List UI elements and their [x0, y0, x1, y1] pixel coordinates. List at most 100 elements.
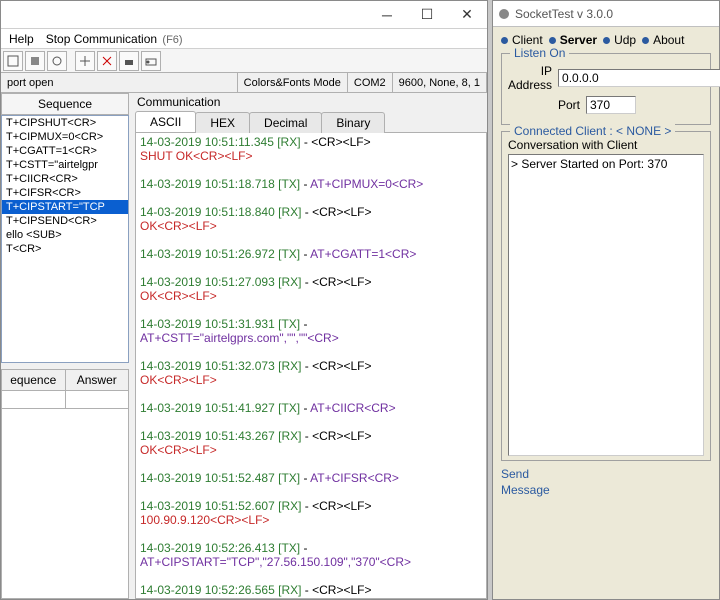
log-line: 14-03-2019 10:52:26.565 [RX] - <CR><LF> [140, 583, 482, 597]
sequence-item[interactable]: T+CIPSHUT<CR> [2, 116, 128, 130]
sequence-item[interactable]: T+CIICR<CR> [2, 172, 128, 186]
conversation-label: Conversation with Client [508, 138, 704, 152]
sequence-item[interactable]: T+CGATT=1<CR> [2, 144, 128, 158]
log-line [140, 261, 482, 275]
log-line: 14-03-2019 10:51:52.607 [RX] - <CR><LF> [140, 499, 482, 513]
log-line: 14-03-2019 10:51:26.972 [TX] - AT+CGATT=… [140, 247, 482, 261]
sequence-item[interactable]: T+CIFSR<CR> [2, 186, 128, 200]
toolbar-btn-7[interactable] [141, 51, 161, 71]
main-panel: Communication ASCIIHEXDecimalBinary 14-0… [129, 93, 487, 599]
app-icon [499, 9, 509, 19]
listen-group-title: Listen On [510, 46, 569, 60]
log-line [140, 457, 482, 471]
log-line: 14-03-2019 10:51:31.931 [TX] - [140, 317, 482, 331]
ip-label: IP Address [508, 64, 552, 92]
answer-input-row[interactable] [1, 391, 129, 409]
log-line [140, 191, 482, 205]
sequence-list[interactable]: T+CIPSHUT<CR>T+CIPMUX=0<CR>T+CGATT=1<CR>… [1, 115, 129, 363]
tab-decimal[interactable]: Decimal [249, 112, 322, 133]
toolbar-btn-2[interactable] [25, 51, 45, 71]
menu-stop-communication[interactable]: Stop Communication (F6) [40, 32, 189, 46]
minimize-button[interactable]: ─ [367, 1, 407, 29]
answer-area [1, 409, 129, 599]
log-line [140, 387, 482, 401]
tab-label: Client [512, 33, 543, 47]
ip-input[interactable] [558, 69, 720, 87]
log-line: 14-03-2019 10:51:41.927 [TX] - AT+CIICR<… [140, 401, 482, 415]
side-panel: Sequence T+CIPSHUT<CR>T+CIPMUX=0<CR>T+CG… [1, 93, 129, 599]
sequence-item[interactable]: ello <SUB> [2, 228, 128, 242]
log-line: AT+CSTT="airtelgprs.com","",""<CR> [140, 331, 482, 345]
sockettest-title: SocketTest v 3.0.0 [515, 7, 613, 21]
log-area[interactable]: 14-03-2019 10:51:11.345 [RX] - <CR><LF>S… [135, 133, 487, 599]
sockettest-tab-server[interactable]: Server [549, 33, 597, 47]
tab-ascii[interactable]: ASCII [135, 111, 196, 132]
toolbar-btn-5[interactable] [97, 51, 117, 71]
log-line: OK<CR><LF> [140, 443, 482, 457]
answer-col-answer: Answer [66, 370, 129, 390]
tab-binary[interactable]: Binary [321, 112, 385, 133]
log-line: 14-03-2019 10:52:26.413 [TX] - [140, 541, 482, 555]
log-line: 14-03-2019 10:51:27.093 [RX] - <CR><LF> [140, 275, 482, 289]
log-line [140, 233, 482, 247]
sequence-item[interactable]: T+CIPSEND<CR> [2, 214, 128, 228]
connected-group: Connected Client : < NONE > Conversation… [501, 131, 711, 461]
menu-help[interactable]: Help [3, 32, 40, 46]
terminal-window: ─ ☐ ✕ Help Stop Communication (F6) port … [0, 0, 488, 600]
log-line [140, 303, 482, 317]
log-line: 14-03-2019 10:51:52.487 [TX] - AT+CIFSR<… [140, 471, 482, 485]
sequence-item[interactable]: T<CR> [2, 242, 128, 256]
log-line: OK<CR><LF> [140, 597, 482, 599]
sockettest-tab-about[interactable]: About [642, 33, 684, 47]
status-baud: 9600, None, 8, 1 [393, 73, 487, 92]
log-line: 14-03-2019 10:51:11.345 [RX] - <CR><LF> [140, 135, 482, 149]
log-line: AT+CIPSTART="TCP","27.56.150.109","370"<… [140, 555, 482, 569]
bullet-icon [642, 37, 649, 44]
bullet-icon [501, 37, 508, 44]
communication-title: Communication [135, 93, 487, 109]
titlebar: ─ ☐ ✕ [1, 1, 487, 29]
view-tabs: ASCIIHEXDecimalBinary [135, 111, 487, 133]
status-com: COM2 [348, 73, 393, 92]
maximize-button[interactable]: ☐ [407, 1, 447, 29]
port-input[interactable] [586, 96, 636, 114]
toolbar-btn-3[interactable] [47, 51, 67, 71]
menu-stop-label: Stop Communication [46, 32, 157, 46]
sockettest-tab-client[interactable]: Client [501, 33, 543, 47]
message-label: Message [501, 483, 711, 497]
log-line: 100.90.9.120<CR><LF> [140, 513, 482, 527]
port-label: Port [508, 98, 580, 112]
sockettest-tab-udp[interactable]: Udp [603, 33, 636, 47]
send-group: Send Message [501, 467, 711, 497]
send-title: Send [501, 467, 711, 481]
status-mode: Colors&Fonts Mode [238, 73, 348, 92]
sequence-item[interactable]: T+CIPMUX=0<CR> [2, 130, 128, 144]
connected-title: Connected Client : < NONE > [510, 124, 675, 138]
sockettest-titlebar: SocketTest v 3.0.0 [493, 1, 719, 27]
log-line: 14-03-2019 10:51:32.073 [RX] - <CR><LF> [140, 359, 482, 373]
log-line: OK<CR><LF> [140, 219, 482, 233]
toolbar [1, 49, 487, 73]
log-line [140, 527, 482, 541]
menu-stop-hotkey: (F6) [162, 34, 182, 46]
bullet-icon [603, 37, 610, 44]
log-line [140, 415, 482, 429]
toolbar-btn-1[interactable] [3, 51, 23, 71]
tab-hex[interactable]: HEX [195, 112, 250, 133]
answer-header: equence Answer [1, 369, 129, 391]
sockettest-window: SocketTest v 3.0.0 ClientServerUdpAbout … [492, 0, 720, 600]
log-line [140, 163, 482, 177]
log-line [140, 345, 482, 359]
status-port: port open [1, 73, 238, 92]
sequence-item[interactable]: T+CSTT="airtelgpr [2, 158, 128, 172]
conversation-textarea[interactable] [508, 154, 704, 456]
sequence-header: Sequence [1, 93, 129, 115]
tab-label: Udp [614, 33, 636, 47]
toolbar-btn-6[interactable] [119, 51, 139, 71]
toolbar-btn-4[interactable] [75, 51, 95, 71]
log-line [140, 569, 482, 583]
log-line: SHUT OK<CR><LF> [140, 149, 482, 163]
log-line [140, 485, 482, 499]
close-button[interactable]: ✕ [447, 1, 487, 29]
sequence-item[interactable]: T+CIPSTART="TCP [2, 200, 128, 214]
